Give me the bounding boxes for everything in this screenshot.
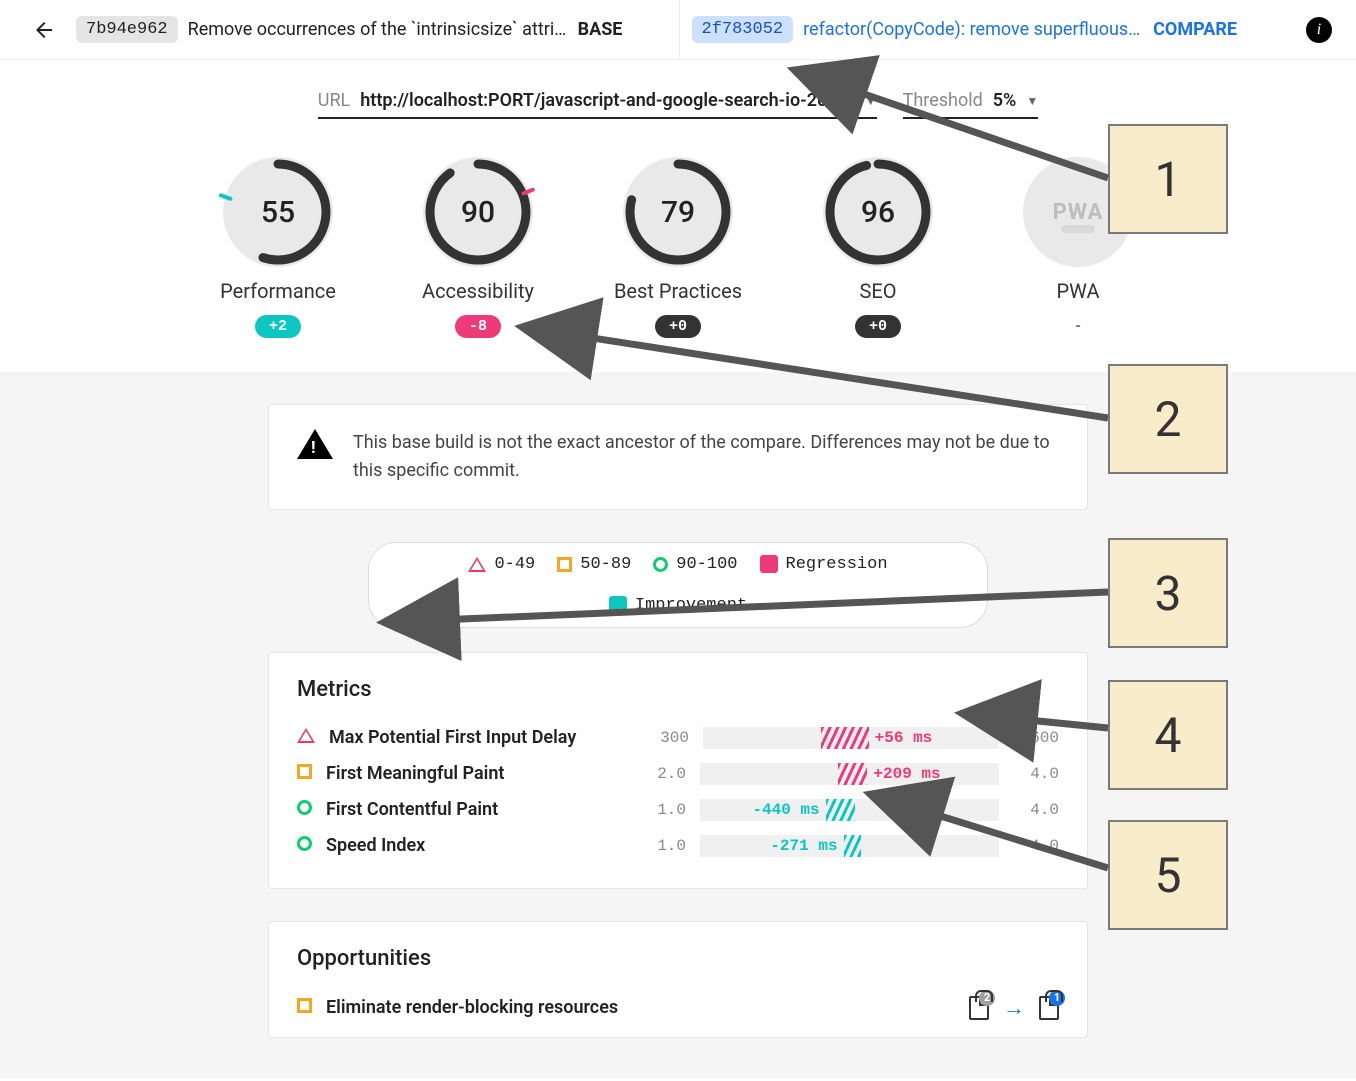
top-commit-bar: 7b94e962 Remove occurrences of the `intr… (0, 0, 1356, 60)
metric-bar: -271 ms (700, 835, 999, 857)
gauge-best-practices[interactable]: 79Best Practices+0 (608, 157, 748, 338)
square-icon (297, 997, 312, 1018)
metric-bar: +56 ms (703, 727, 999, 749)
metric-delta: -440 ms (752, 799, 819, 821)
chevron-down-icon: ▼ (1026, 94, 1038, 108)
metric-upper-bound: 4.0 (1013, 801, 1059, 819)
gauge-label: Performance (220, 279, 336, 303)
metric-lower-bound: 1.0 (640, 837, 686, 855)
legend-regression: Regression (760, 555, 888, 574)
metric-delta: -271 ms (770, 835, 837, 857)
threshold-label: Threshold (903, 90, 983, 111)
info-button[interactable]: i (1306, 17, 1332, 43)
compare-commit: 2f783052 refactor(CopyCode): remove supe… (679, 0, 1295, 59)
gauge-delta: -8 (455, 315, 501, 338)
chevron-down-icon: ▼ (865, 94, 877, 108)
gauge-label: Accessibility (422, 279, 534, 303)
legend-improvement: Improvement (609, 596, 747, 615)
gauge-performance[interactable]: 55Performance+2 (208, 157, 348, 338)
file-before-icon: 2 (969, 996, 989, 1020)
compare-role-label: COMPARE (1153, 19, 1237, 40)
file-after-icon: 1 (1039, 996, 1059, 1020)
regression-swatch (760, 555, 778, 573)
metric-row[interactable]: First Contentful Paint 1.0 -440 ms 4.0 (297, 792, 1059, 828)
opportunities-panel: Opportunities Eliminate render-blocking … (268, 921, 1088, 1038)
opportunity-row[interactable]: Eliminate render-blocking resources 2 → 1 (297, 989, 1059, 1027)
metric-upper-bound: 600 (1013, 729, 1059, 747)
warning-text: This base build is not the exact ancesto… (353, 429, 1059, 485)
opportunity-compare-icons: 2 → 1 (969, 995, 1059, 1021)
metrics-heading: Metrics (297, 677, 1059, 702)
gauge-delta: +0 (655, 315, 701, 338)
square-icon (557, 557, 572, 572)
gauge-delta: +0 (855, 315, 901, 338)
metric-row[interactable]: Speed Index 1.0 -271 ms 4.0 (297, 828, 1059, 864)
metric-lower-bound: 2.0 (640, 765, 686, 783)
circ-icon (297, 835, 312, 856)
back-button[interactable] (24, 10, 64, 50)
arrow-left-icon (32, 18, 56, 42)
compare-commit-hash[interactable]: 2f783052 (692, 16, 794, 43)
circle-icon (653, 557, 668, 572)
metric-lower-bound: 300 (643, 729, 689, 747)
url-threshold-row: URL http://localhost:PORT/javascript-and… (0, 60, 1356, 131)
metric-name: Max Potential First Input Delay (329, 727, 629, 748)
metric-bar: +209 ms (700, 763, 999, 785)
metric-name: First Contentful Paint (326, 799, 626, 820)
gauge-accessibility[interactable]: 90Accessibility-8 (408, 157, 548, 338)
metric-delta: +56 ms (875, 727, 933, 749)
metric-upper-bound: 4.0 (1013, 837, 1059, 855)
url-label: URL (318, 90, 350, 111)
gauge-label: Best Practices (614, 279, 742, 303)
sq-icon (297, 763, 312, 784)
base-commit-message: Remove occurrences of the `intrinsicsize… (188, 19, 568, 40)
compare-commit-message[interactable]: refactor(CopyCode): remove superfluous a… (803, 19, 1143, 40)
details-section: This base build is not the exact ancesto… (0, 372, 1356, 1078)
improvement-swatch (609, 596, 627, 614)
gauge-pwa[interactable]: PWA PWA - (1008, 157, 1148, 338)
base-commit: 7b94e962 Remove occurrences of the `intr… (64, 0, 679, 59)
metrics-panel: Metrics Max Potential First Input Delay 3… (268, 652, 1088, 889)
base-commit-hash[interactable]: 7b94e962 (76, 16, 178, 43)
base-role-label: BASE (578, 19, 623, 40)
metric-upper-bound: 4.0 (1013, 765, 1059, 783)
metric-lower-bound: 1.0 (640, 801, 686, 819)
gauge-delta: +2 (255, 315, 301, 338)
gauge-delta: - (1056, 315, 1100, 338)
url-value: http://localhost:PORT/javascript-and-goo… (360, 90, 854, 111)
metric-name: First Meaningful Paint (326, 763, 626, 784)
arrow-right-icon: → (1003, 995, 1025, 1021)
gauge-label: SEO (859, 279, 896, 303)
opportunities-heading: Opportunities (297, 946, 1059, 971)
metric-delta: +209 ms (873, 763, 940, 785)
pwa-icon: PWA (1053, 200, 1104, 225)
legend-0-49: 0-49 (468, 555, 535, 574)
metric-bar: -440 ms (700, 799, 999, 821)
metric-row[interactable]: First Meaningful Paint 2.0 +209 ms 4.0 (297, 756, 1059, 792)
gauge-seo[interactable]: 96SEO+0 (808, 157, 948, 338)
triangle-icon (468, 557, 486, 572)
circ-icon (297, 799, 312, 820)
metric-name: Speed Index (326, 835, 626, 856)
opportunity-name: Eliminate render-blocking resources (326, 997, 955, 1018)
warning-icon (297, 429, 333, 459)
ancestor-warning: This base build is not the exact ancesto… (268, 404, 1088, 510)
tri-icon (297, 727, 315, 748)
url-selector[interactable]: URL http://localhost:PORT/javascript-and… (318, 90, 877, 119)
legend-50-89: 50-89 (557, 555, 631, 574)
metric-row[interactable]: Max Potential First Input Delay 300 +56 ms… (297, 720, 1059, 756)
threshold-selector[interactable]: Threshold 5% ▼ (903, 90, 1039, 119)
legend-90-100: 90-100 (653, 555, 737, 574)
threshold-value: 5% (993, 90, 1017, 111)
gauge-label: PWA (1057, 279, 1100, 303)
category-gauges: 55Performance+290Accessibility-879Best P… (0, 131, 1356, 350)
score-legend: 0-49 50-89 90-100 Regression Improvement (368, 542, 988, 628)
